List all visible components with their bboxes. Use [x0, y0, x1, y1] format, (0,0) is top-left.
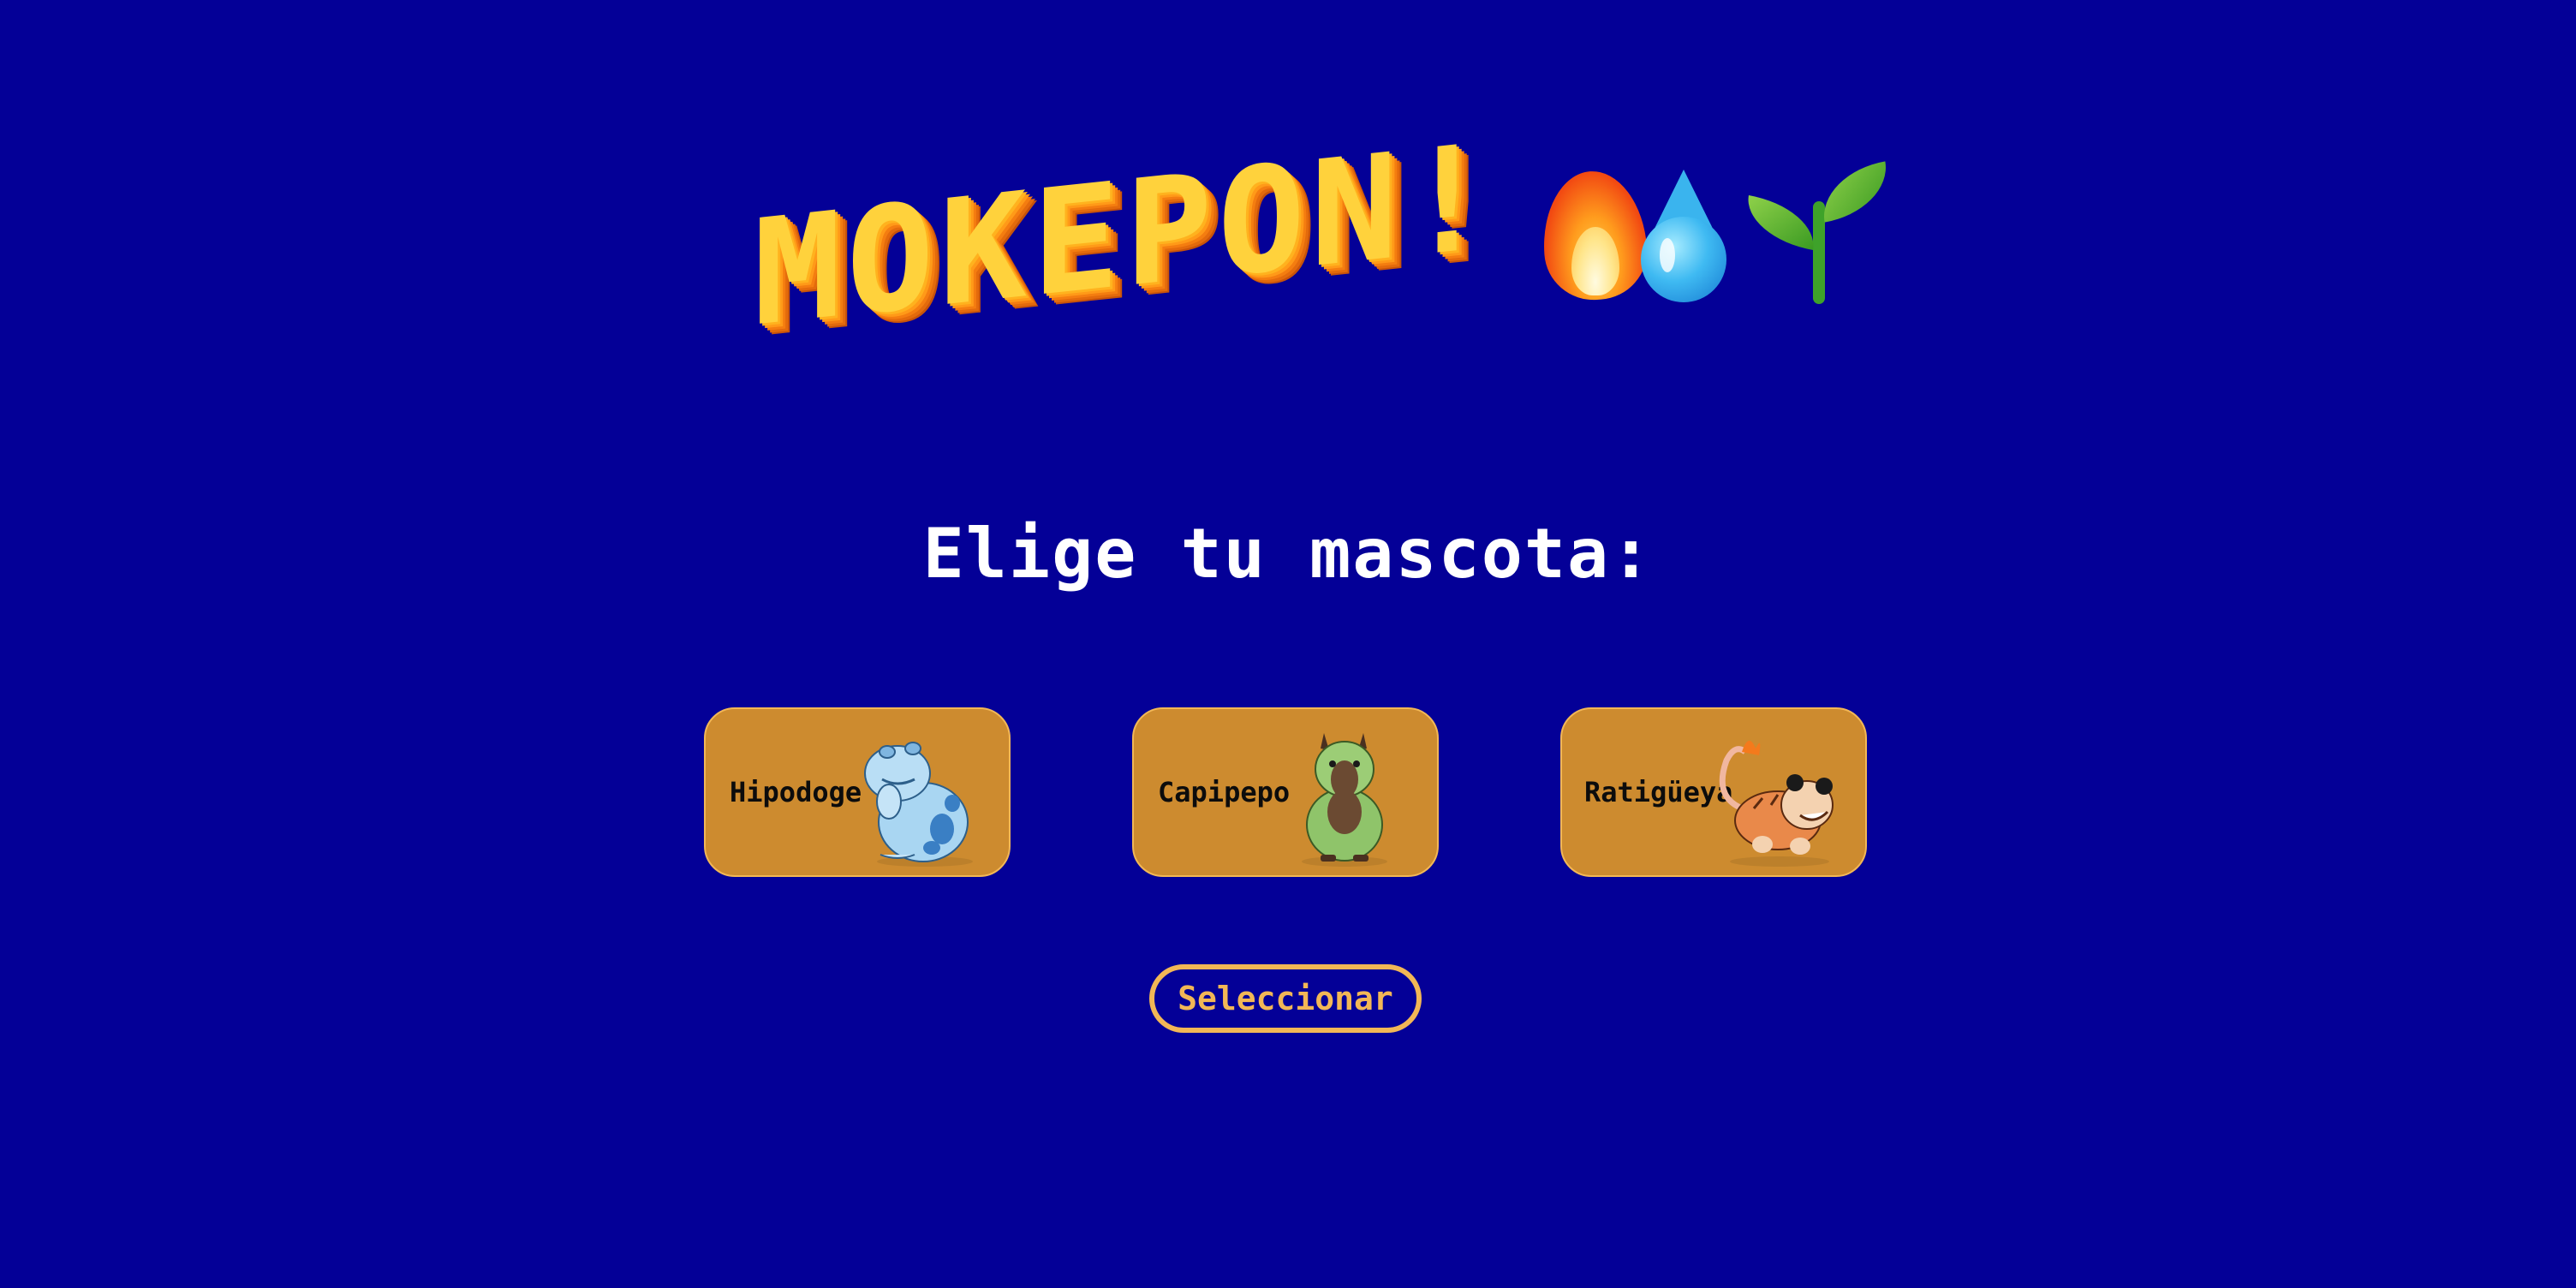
pet-label: Hipodoge	[730, 776, 862, 808]
select-pet-button[interactable]: Seleccionar	[1149, 964, 1422, 1033]
pet-card-capipepo[interactable]: Capipepo	[1132, 707, 1439, 877]
water-drop-icon	[1640, 169, 1726, 302]
title-banner: MOKEPON!	[754, 111, 1894, 360]
pet-options: Hipodoge Capipepo Ratigüeya	[0, 707, 2576, 879]
ratigueya-icon	[1711, 726, 1840, 868]
choose-pet-heading: Elige tu mascota:	[922, 514, 1654, 593]
game-logo: MOKEPON!	[754, 111, 1496, 360]
pet-card-hipodoge[interactable]: Hipodoge	[704, 707, 1011, 877]
capipepo-icon	[1291, 726, 1403, 868]
hipodoge-icon	[863, 726, 975, 868]
sprout-icon	[1740, 161, 1894, 304]
pet-label: Capipepo	[1158, 776, 1291, 808]
fire-icon	[1538, 167, 1650, 304]
pet-card-ratigueya[interactable]: Ratigüeya	[1560, 707, 1867, 877]
